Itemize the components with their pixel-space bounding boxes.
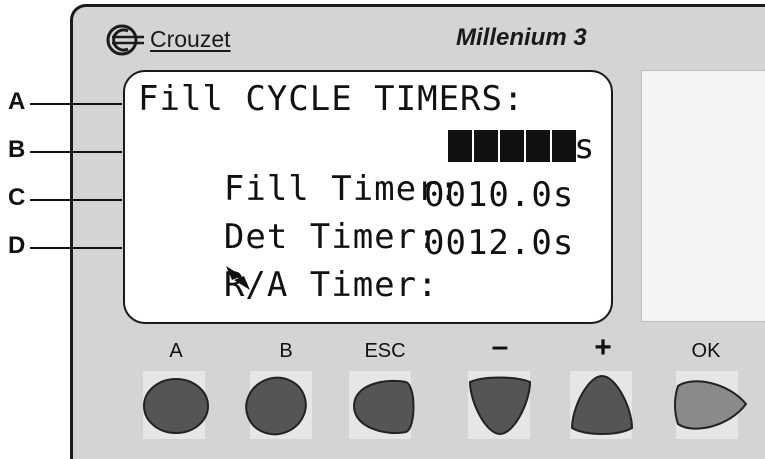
up-down-arrow-icon bbox=[226, 266, 250, 290]
callout-b: B bbox=[8, 136, 26, 163]
edit-block bbox=[500, 130, 524, 162]
callout-line-a bbox=[30, 103, 122, 105]
key-label-b: B bbox=[279, 340, 293, 362]
key-label-plus: + bbox=[594, 331, 612, 364]
callout-line-d bbox=[30, 247, 122, 249]
edit-block bbox=[552, 130, 576, 162]
key-label-minus: – bbox=[491, 330, 509, 363]
ok-button[interactable] bbox=[672, 372, 750, 438]
model-name: Millenium 3 bbox=[456, 24, 587, 51]
fill-timer-edit-field[interactable] bbox=[448, 130, 576, 162]
callout-c: C bbox=[8, 184, 26, 211]
fill-timer-unit: s bbox=[574, 127, 596, 167]
ra-timer-label: R/A Timer: bbox=[223, 265, 439, 305]
callout-line-c bbox=[30, 199, 122, 201]
brand-name: Crouzet bbox=[150, 26, 231, 52]
edit-block bbox=[474, 130, 498, 162]
lcd-row-fill-timer[interactable]: Fill Timer: bbox=[138, 126, 460, 209]
b-button[interactable] bbox=[240, 372, 312, 438]
key-label-esc: ESC bbox=[364, 340, 406, 362]
plc-front-panel: Crouzet Millenium 3 Fill CYCLE TIMERS: F… bbox=[0, 0, 765, 459]
edit-block bbox=[526, 130, 550, 162]
edit-block bbox=[448, 130, 472, 162]
lcd-title: Fill CYCLE TIMERS: bbox=[138, 79, 525, 119]
callout-line-b bbox=[30, 151, 122, 153]
a-button[interactable] bbox=[140, 372, 212, 438]
esc-button[interactable] bbox=[346, 372, 418, 438]
key-label-a: A bbox=[169, 340, 183, 362]
key-label-ok: OK bbox=[691, 340, 721, 362]
crouzet-logo-icon bbox=[106, 24, 144, 56]
lcd-row-det-timer[interactable]: Det Timer: bbox=[138, 174, 439, 257]
callout-a: A bbox=[8, 88, 26, 115]
minus-button[interactable] bbox=[464, 372, 536, 438]
side-display-window bbox=[641, 70, 765, 322]
ra-timer-value: 0012.0s bbox=[424, 223, 575, 263]
plus-button[interactable] bbox=[566, 372, 638, 438]
lcd-row-ra-timer[interactable]: R/A Timer: bbox=[138, 222, 439, 305]
det-timer-value: 0010.0s bbox=[424, 175, 575, 215]
callout-d: D bbox=[8, 232, 26, 259]
